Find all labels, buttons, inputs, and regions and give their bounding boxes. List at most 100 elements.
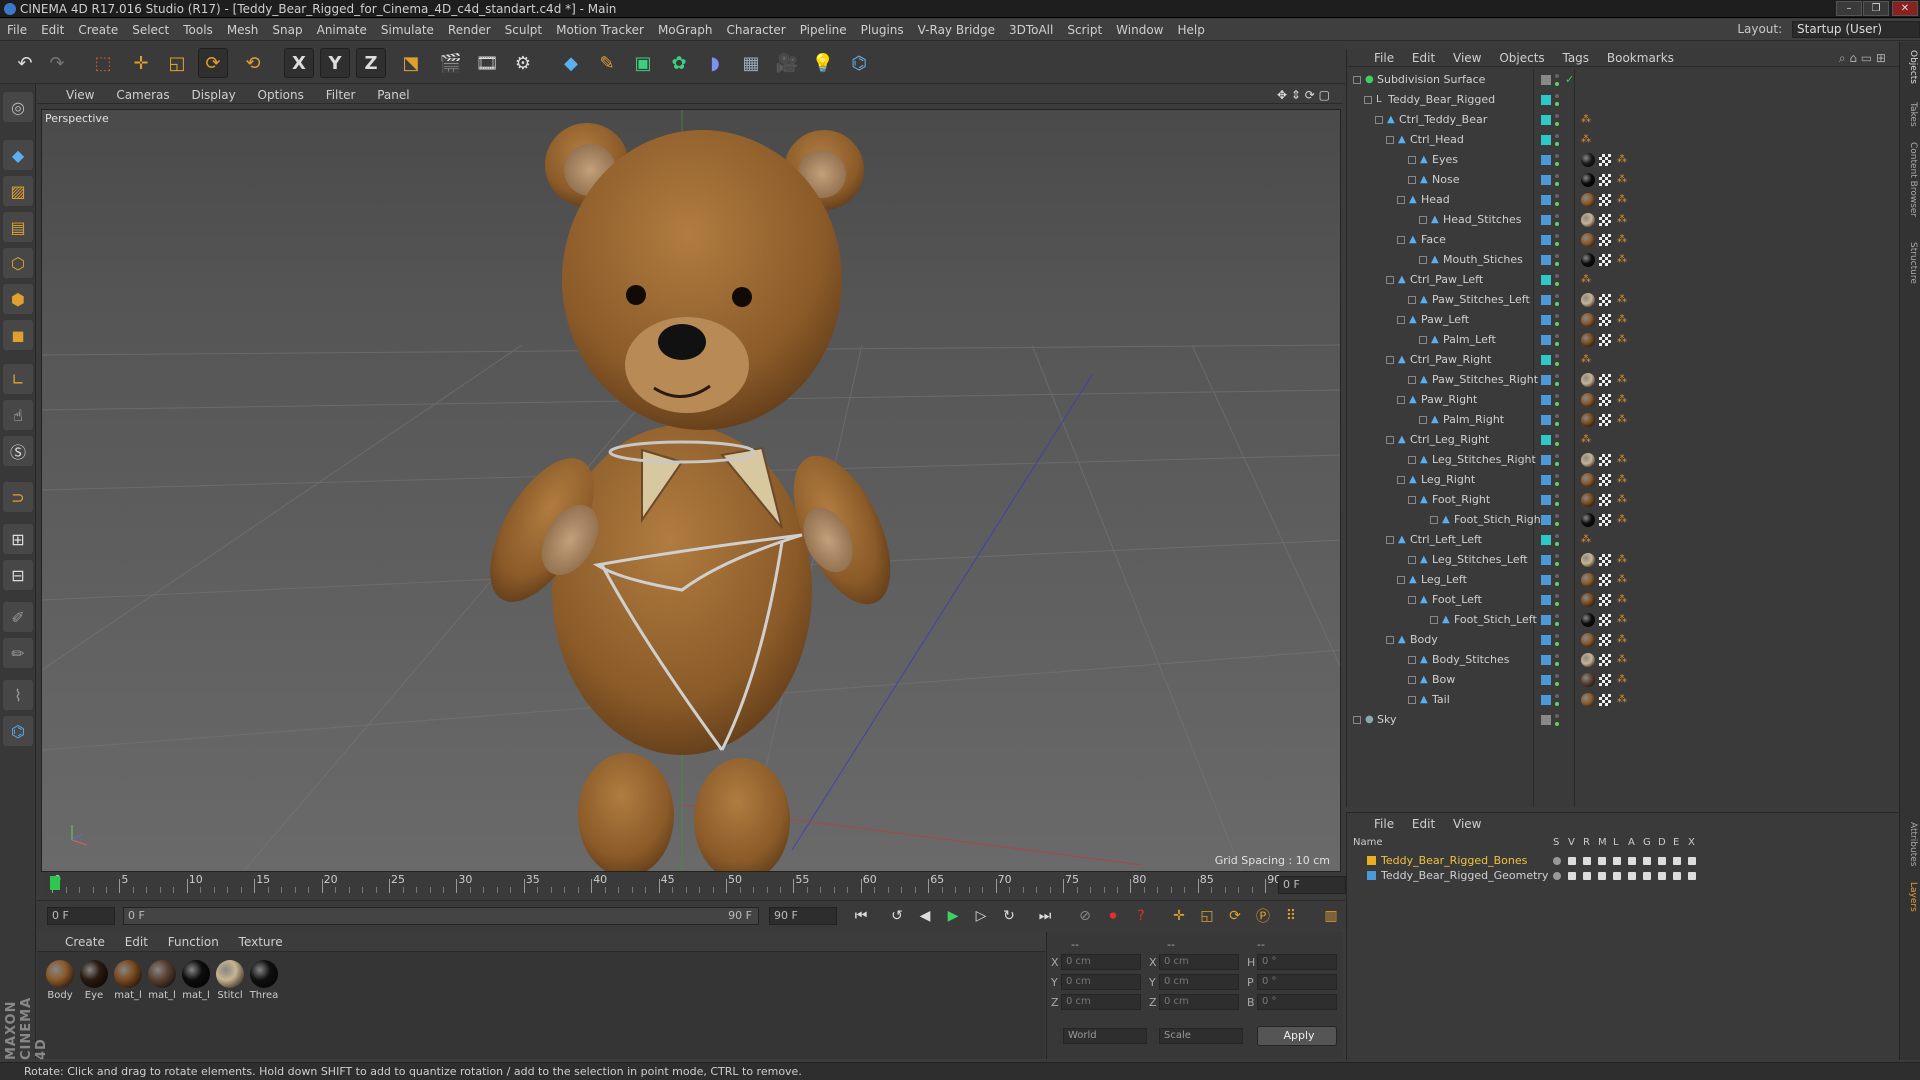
editor-visibility-dot[interactable]	[1555, 634, 1559, 638]
layer-row[interactable]: Teddy_Bear_Rigged_Geometry	[1347, 868, 1899, 883]
layer-color-swatch[interactable]	[1541, 435, 1551, 445]
render-visibility-dot[interactable]	[1555, 402, 1559, 406]
render-visibility-dot[interactable]	[1555, 282, 1559, 286]
nurbs-subdivision-icon[interactable]: ▣	[628, 48, 658, 78]
next-key-icon[interactable]: ↻	[997, 905, 1021, 927]
editor-visibility-dot[interactable]	[1555, 294, 1559, 298]
layer-color-swatch[interactable]	[1541, 475, 1551, 485]
tab-takes[interactable]: Takes	[1902, 102, 1918, 127]
render-visibility-dot[interactable]	[1555, 522, 1559, 526]
layer-flag-toggle-icon[interactable]	[1643, 857, 1651, 865]
apply-button[interactable]: Apply	[1257, 1026, 1337, 1046]
object-row[interactable]: ▲ Paw_Stitches_Left ⁂	[1347, 290, 1899, 310]
weight-tag-icon[interactable]: ⁂	[1617, 635, 1627, 645]
expand-toggle-icon[interactable]	[1430, 516, 1438, 524]
expand-toggle-icon[interactable]	[1430, 616, 1438, 624]
material-tag-icon[interactable]	[1581, 333, 1595, 347]
3d-viewport[interactable]: Perspective Grid Spacing : 10 cm	[41, 109, 1341, 872]
expand-toggle-icon[interactable]	[1386, 636, 1394, 644]
editor-visibility-dot[interactable]	[1555, 474, 1559, 478]
uvw-tag-icon[interactable]	[1599, 214, 1611, 226]
expand-toggle-icon[interactable]	[1419, 216, 1427, 224]
editor-visibility-dot[interactable]	[1555, 414, 1559, 418]
uvw-tag-icon[interactable]	[1599, 594, 1611, 606]
editor-visibility-dot[interactable]	[1555, 334, 1559, 338]
expand-toggle-icon[interactable]	[1408, 656, 1416, 664]
expand-toggle-icon[interactable]	[1408, 176, 1416, 184]
object-row[interactable]: ● Subdivision Surface ✓	[1347, 70, 1899, 90]
material-tag-icon[interactable]	[1581, 693, 1595, 707]
previous-key-icon[interactable]: ↺	[885, 905, 909, 927]
mograph-cloner-icon[interactable]: ✿	[664, 48, 694, 78]
viewport-menu-view[interactable]: View	[57, 86, 103, 104]
autokeying-icon[interactable]: ⏺	[1101, 905, 1125, 927]
editor-visibility-dot[interactable]	[1555, 314, 1559, 318]
next-frame-icon[interactable]: ▷	[969, 905, 993, 927]
layer-color-swatch[interactable]	[1367, 856, 1376, 865]
layer-color-swatch[interactable]	[1541, 235, 1551, 245]
material-tag-icon[interactable]	[1581, 253, 1595, 267]
tab-attributes[interactable]: Attributes	[1902, 822, 1918, 866]
layer-flag-toggle-icon[interactable]	[1673, 872, 1681, 880]
menu-tools[interactable]: Tools	[176, 19, 220, 41]
render-visibility-dot[interactable]	[1555, 542, 1559, 546]
minimize-button[interactable]: –	[1836, 1, 1862, 16]
layer-color-swatch[interactable]	[1541, 715, 1551, 725]
tweak-mode-icon[interactable]: ☝	[3, 400, 33, 430]
live-selection-icon[interactable]: ⬚	[88, 48, 118, 78]
menu-file[interactable]: File	[0, 19, 34, 41]
layer-flag-toggle-icon[interactable]	[1658, 872, 1666, 880]
expand-toggle-icon[interactable]	[1408, 676, 1416, 684]
expand-toggle-icon[interactable]	[1386, 436, 1394, 444]
object-row[interactable]: ▲ Tail ⁂	[1347, 690, 1899, 710]
render-visibility-dot[interactable]	[1555, 102, 1559, 106]
editor-visibility-dot[interactable]	[1555, 534, 1559, 538]
layer-color-swatch[interactable]	[1541, 135, 1551, 145]
layer-flag-toggle-icon[interactable]	[1598, 857, 1606, 865]
y-axis-lock[interactable]: Y	[320, 48, 350, 78]
render-visibility-dot[interactable]	[1555, 622, 1559, 626]
object-row[interactable]: ▲ Eyes ⁂	[1347, 150, 1899, 170]
menu-3dtoall[interactable]: 3DToAll	[1002, 19, 1060, 41]
render-visibility-dot[interactable]	[1555, 302, 1559, 306]
menu-help[interactable]: Help	[1170, 19, 1211, 41]
object-row[interactable]: ▲ Leg_Right ⁂	[1347, 470, 1899, 490]
weight-tag-icon[interactable]: ⁂	[1617, 495, 1627, 505]
object-row[interactable]: ▲ Foot_Left ⁂	[1347, 590, 1899, 610]
layer-flag-toggle-icon[interactable]	[1598, 872, 1606, 880]
object-row[interactable]: ▲ Head_Stitches ⁂	[1347, 210, 1899, 230]
editor-visibility-dot[interactable]	[1555, 674, 1559, 678]
keyframe-selection-icon[interactable]: ?	[1129, 905, 1153, 927]
expand-toggle-icon[interactable]	[1386, 536, 1394, 544]
render-visibility-dot[interactable]	[1555, 422, 1559, 426]
weight-tag-icon[interactable]: ⁂	[1617, 575, 1627, 585]
viewport-menu-display[interactable]: Display	[182, 86, 244, 104]
layer-color-swatch[interactable]	[1541, 615, 1551, 625]
expand-toggle-icon[interactable]	[1397, 236, 1405, 244]
weight-tag-icon[interactable]: ⁂	[1617, 295, 1627, 305]
render-visibility-dot[interactable]	[1555, 142, 1559, 146]
menu-sculpt[interactable]: Sculpt	[498, 19, 549, 41]
editor-visibility-dot[interactable]	[1555, 654, 1559, 658]
material-tag-icon[interactable]	[1581, 293, 1595, 307]
weight-tag-icon[interactable]: ⁂	[1617, 515, 1627, 525]
render-settings-icon[interactable]: ⚙	[508, 48, 538, 78]
maximize-button[interactable]: ❐	[1863, 1, 1889, 16]
weight-tag-icon[interactable]: ⁂	[1617, 335, 1627, 345]
object-row[interactable]: ▲ Paw_Left ⁂	[1347, 310, 1899, 330]
layer-flag-toggle-icon[interactable]	[1628, 857, 1636, 865]
editor-visibility-dot[interactable]	[1555, 274, 1559, 278]
layer-flag-toggle-icon[interactable]	[1658, 857, 1666, 865]
object-row[interactable]: ▲ Leg_Stitches_Left ⁂	[1347, 550, 1899, 570]
material-tag-icon[interactable]	[1581, 373, 1595, 387]
object-manager-search-icon[interactable]: ⌕ ⌂ ▭ ⊞	[1832, 49, 1893, 67]
weight-tag-icon[interactable]: ⁂	[1581, 355, 1591, 365]
editor-visibility-dot[interactable]	[1555, 174, 1559, 178]
menu-window[interactable]: Window	[1109, 19, 1170, 41]
layer-color-swatch[interactable]	[1541, 495, 1551, 505]
start-frame-field[interactable]: 0 F	[47, 907, 115, 925]
polygons-mode-icon[interactable]: ◼	[3, 320, 33, 350]
render-visibility-dot[interactable]	[1555, 322, 1559, 326]
layer-color-swatch[interactable]	[1541, 75, 1551, 85]
coord-value-field[interactable]: 0 °	[1257, 954, 1337, 970]
